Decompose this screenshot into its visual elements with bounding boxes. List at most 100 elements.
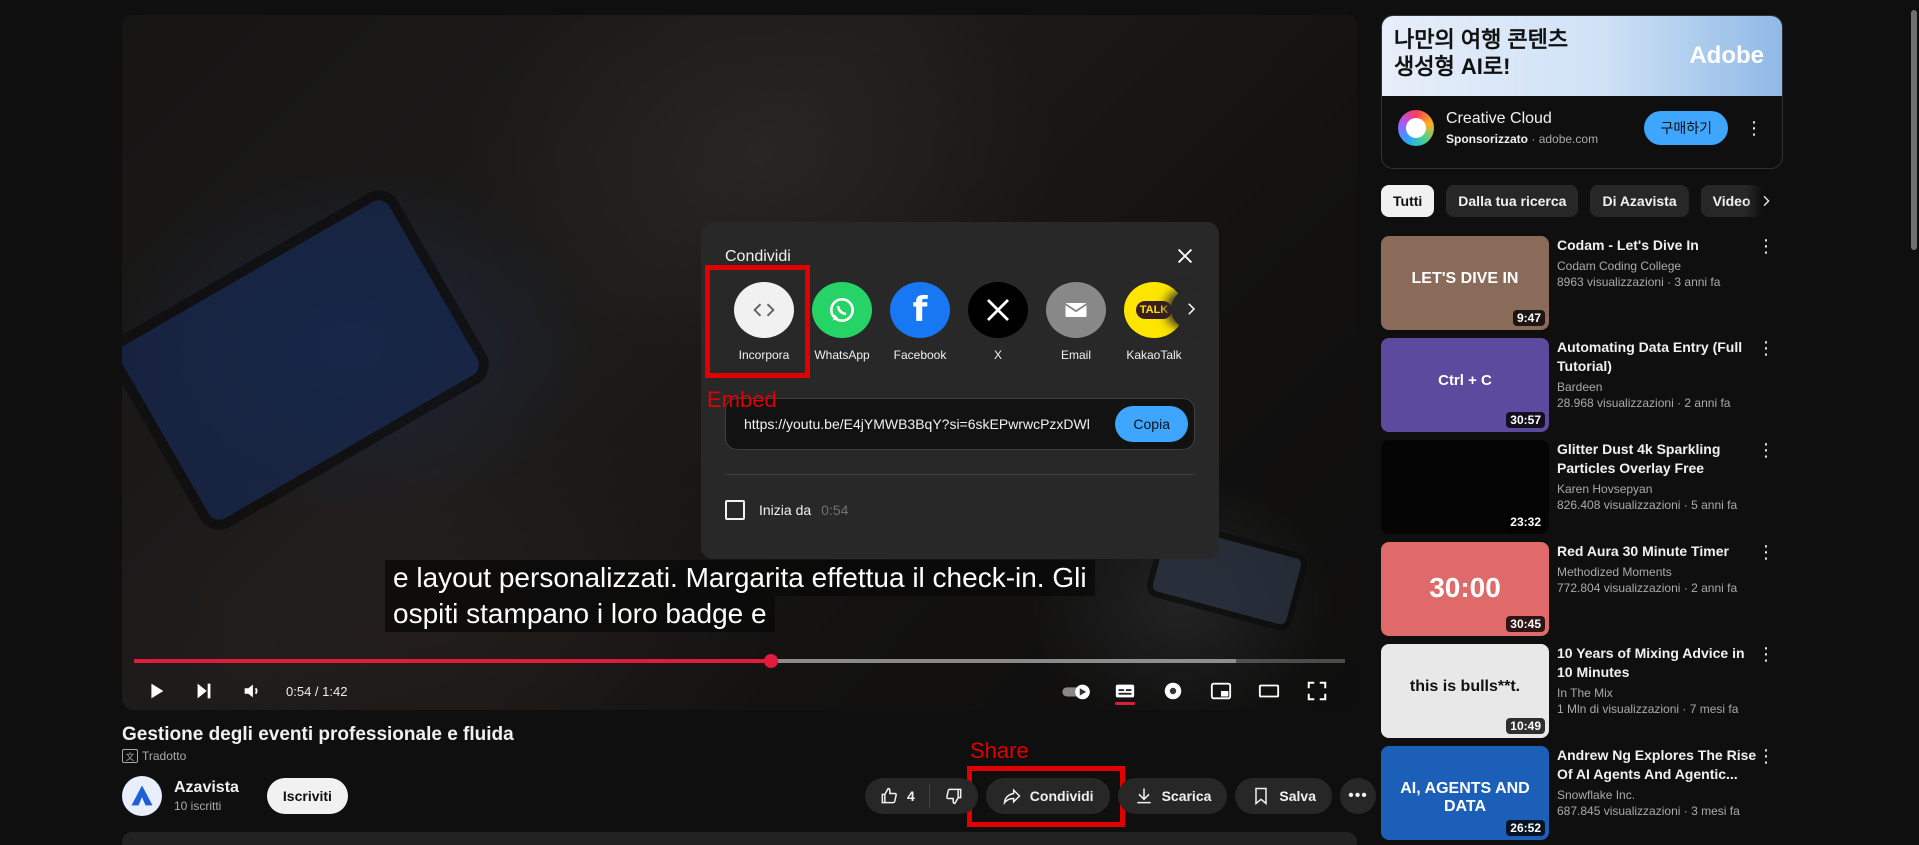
creative-cloud-logo-icon xyxy=(1398,110,1434,146)
settings-button[interactable] xyxy=(1155,675,1191,707)
chip-from-channel[interactable]: Di Azavista xyxy=(1590,185,1689,217)
video-title[interactable]: Codam - Let's Dive In xyxy=(1557,236,1757,255)
ad-headline-line: 생성형 AI로! xyxy=(1394,54,1511,79)
more-vertical-icon[interactable]: ⋮ xyxy=(1757,644,1775,665)
bookmark-icon xyxy=(1255,787,1268,806)
share-url-field[interactable]: https://youtu.be/E4jYMWB3BqY?si=6skEPwrw… xyxy=(744,416,1105,432)
view-count: 1 Mln di visualizzazioni xyxy=(1557,702,1680,716)
more-vertical-icon[interactable]: ⋮ xyxy=(1742,116,1766,140)
scrollbar-thumb[interactable] xyxy=(1911,10,1917,250)
translated-badge: 文 Tradotto xyxy=(122,749,186,763)
avatar[interactable] xyxy=(122,776,162,816)
start-at-row: Inizia da 0:54 xyxy=(725,500,848,520)
chip-from-search[interactable]: Dalla tua ricerca xyxy=(1446,185,1579,217)
channel-name[interactable]: Bardeen xyxy=(1557,380,1757,394)
ad-banner[interactable]: 나만의 여행 콘텐츠 생성형 AI로! Adobe xyxy=(1382,16,1782,96)
list-item[interactable]: LET'S DIVE IN 9:47 Codam - Let's Dive In Co… xyxy=(1381,236,1781,330)
channel-name[interactable]: Codam Coding College xyxy=(1557,259,1757,273)
share-target-label: WhatsApp xyxy=(814,348,870,362)
fullscreen-button[interactable] xyxy=(1299,675,1335,707)
list-item[interactable]: 30:00 30:45 Red Aura 30 Minute Timer Method… xyxy=(1381,542,1781,636)
like-dislike-group: 4 xyxy=(865,778,978,814)
video-thumbnail[interactable]: LET'S DIVE IN 9:47 xyxy=(1381,236,1549,330)
video-meta: 1 Mln di visualizzazioni · 7 mesi fa xyxy=(1557,702,1739,716)
video-title: Gestione degli eventi professionale e fl… xyxy=(122,724,514,745)
upload-age: 2 anni fa xyxy=(1691,581,1738,595)
ad-headline: 나만의 여행 콘텐츠 생성형 AI로! xyxy=(1394,26,1568,80)
autoplay-toggle[interactable] xyxy=(1059,675,1095,707)
next-button[interactable] xyxy=(186,675,222,707)
ad-title: Creative Cloud xyxy=(1446,110,1552,127)
video-duration: 30:45 xyxy=(1506,616,1545,632)
start-at-time-input[interactable]: 0:54 xyxy=(821,502,848,518)
download-button[interactable]: Scarica xyxy=(1117,778,1228,814)
video-duration: 10:49 xyxy=(1506,718,1545,734)
channel-name[interactable]: Karen Hovsepyan xyxy=(1557,482,1757,496)
dislike-button[interactable] xyxy=(930,778,978,814)
description-box[interactable] xyxy=(122,832,1357,845)
channel-name[interactable]: In The Mix xyxy=(1557,686,1757,700)
volume-button[interactable] xyxy=(234,675,270,707)
thumbnail-text: LET'S DIVE IN xyxy=(1411,270,1519,287)
share-icon xyxy=(1003,788,1021,806)
more-vertical-icon[interactable]: ⋮ xyxy=(1757,236,1775,257)
more-actions-button[interactable]: ••• xyxy=(1340,778,1376,814)
theater-mode-button[interactable] xyxy=(1251,675,1287,707)
chip-all[interactable]: Tutti xyxy=(1381,185,1435,217)
share-dialog-title: Condividi xyxy=(725,248,791,265)
sponsored-label: Sponsorizzato xyxy=(1446,132,1529,146)
video-thumbnail[interactable]: Ctrl + C 30:57 xyxy=(1381,338,1549,432)
progress-bar[interactable] xyxy=(134,654,1345,668)
share-url-box: https://youtu.be/E4jYMWB3BqY?si=6skEPwrw… xyxy=(725,398,1195,450)
share-target-whatsapp[interactable]: WhatsApp xyxy=(803,282,881,362)
channel-name[interactable]: Azavista xyxy=(174,779,239,797)
share-target-x[interactable]: X xyxy=(959,282,1037,362)
share-button[interactable]: Condividi xyxy=(985,778,1110,814)
video-title[interactable]: Red Aura 30 Minute Timer xyxy=(1557,542,1757,561)
video-title[interactable]: Glitter Dust 4k Sparkling Particles Over… xyxy=(1557,440,1757,478)
video-title[interactable]: 10 Years of Mixing Advice in 10 Minutes xyxy=(1557,644,1757,682)
copy-button[interactable]: Copia xyxy=(1115,406,1188,442)
share-targets-next-button[interactable] xyxy=(1171,289,1211,329)
share-target-email[interactable]: Email xyxy=(1037,282,1115,362)
channel-name[interactable]: Snowflake Inc. xyxy=(1557,788,1757,802)
list-item[interactable]: this is bulls**t. 10:49 10 Years of Mixing… xyxy=(1381,644,1781,738)
video-thumbnail[interactable]: this is bulls**t. 10:49 xyxy=(1381,644,1549,738)
scrollbar[interactable] xyxy=(1909,0,1919,845)
video-title[interactable]: Andrew Ng Explores The Rise Of AI Agents… xyxy=(1557,746,1757,784)
video-thumbnail[interactable]: 23:32 xyxy=(1381,440,1549,534)
progress-scrubber[interactable] xyxy=(763,654,778,668)
ad-cta-button[interactable]: 구매하기 xyxy=(1644,111,1728,145)
chips-next-button[interactable] xyxy=(1746,185,1786,217)
annotation-share-label: Share xyxy=(970,738,1029,763)
more-vertical-icon[interactable]: ⋮ xyxy=(1757,440,1775,461)
video-title[interactable]: Automating Data Entry (Full Tutorial) xyxy=(1557,338,1757,376)
video-duration: 30:57 xyxy=(1506,412,1545,428)
video-meta: 826.408 visualizzazioni · 5 anni fa xyxy=(1557,498,1738,512)
channel-name[interactable]: Methodized Moments xyxy=(1557,565,1757,579)
miniplayer-button[interactable] xyxy=(1203,675,1239,707)
chevron-right-icon xyxy=(1763,195,1770,207)
subtitles-icon xyxy=(1115,684,1135,698)
translate-icon: 文 xyxy=(122,749,138,763)
like-button[interactable]: 4 xyxy=(865,778,929,814)
list-item[interactable]: 23:32 Glitter Dust 4k Sparkling Particles… xyxy=(1381,440,1781,534)
more-vertical-icon[interactable]: ⋮ xyxy=(1757,338,1775,359)
video-meta: 687.845 visualizzazioni · 3 mesi fa xyxy=(1557,804,1740,818)
video-thumbnail[interactable]: 30:00 30:45 xyxy=(1381,542,1549,636)
save-button[interactable]: Salva xyxy=(1235,778,1332,814)
subscriber-count: 10 iscritti xyxy=(174,799,222,813)
more-vertical-icon[interactable]: ⋮ xyxy=(1757,542,1775,563)
subscribe-button[interactable]: Iscriviti xyxy=(266,778,348,814)
share-target-label: KakaoTalk xyxy=(1126,348,1182,362)
close-button[interactable] xyxy=(1169,240,1201,272)
start-at-checkbox[interactable] xyxy=(725,500,745,520)
play-button[interactable] xyxy=(138,675,174,707)
more-vertical-icon[interactable]: ⋮ xyxy=(1757,746,1775,767)
share-target-facebook[interactable]: f Facebook xyxy=(881,282,959,362)
list-item[interactable]: AI, AGENTS AND DATA 26:52 Andrew Ng Explor… xyxy=(1381,746,1781,840)
ad-card[interactable]: 나만의 여행 콘텐츠 생성형 AI로! Adobe Creative Cloud… xyxy=(1381,15,1783,169)
list-item[interactable]: Ctrl + C 30:57 Automating Data Entry (Full… xyxy=(1381,338,1781,432)
subtitles-button[interactable] xyxy=(1107,675,1143,707)
video-thumbnail[interactable]: AI, AGENTS AND DATA 26:52 xyxy=(1381,746,1549,840)
